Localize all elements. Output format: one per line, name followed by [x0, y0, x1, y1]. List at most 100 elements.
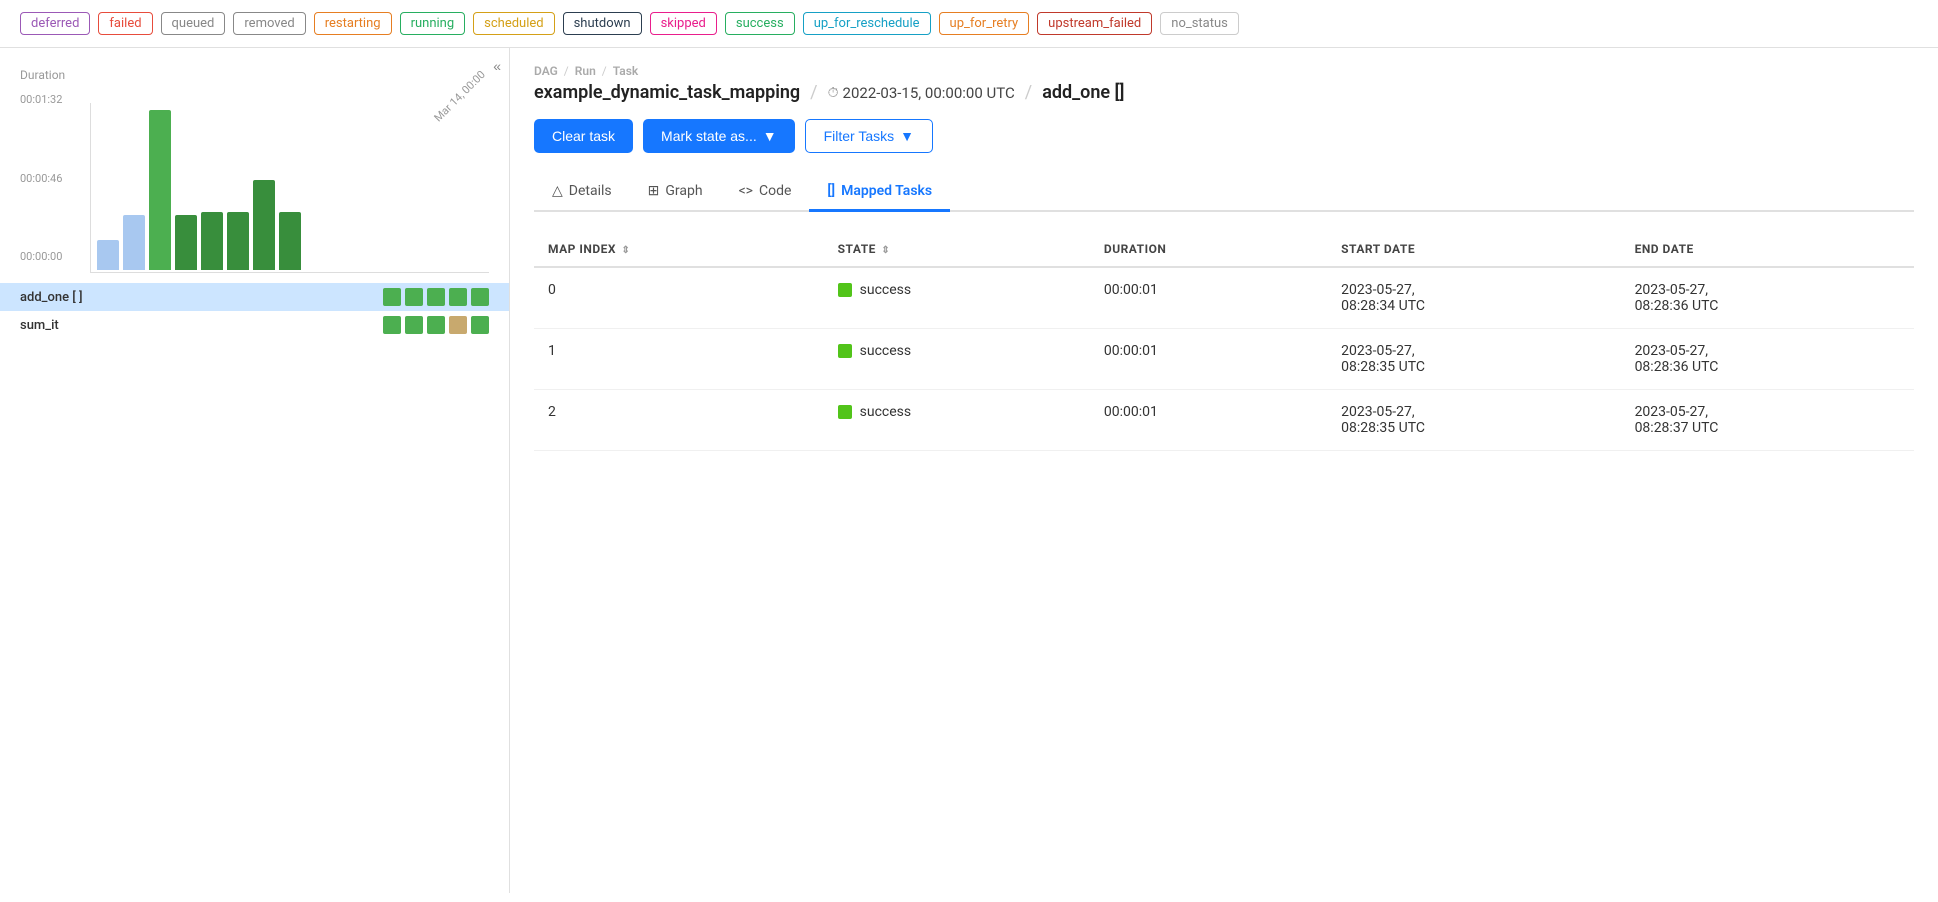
clock-icon: ⏱	[828, 85, 839, 101]
tab-mapped-tasks[interactable]: [] Mapped Tasks	[809, 173, 950, 212]
task-row-sum_it[interactable]: sum_it	[0, 311, 509, 339]
chart-area: Duration Mar 14, 00:00 00:01:32 00:00:46…	[0, 58, 509, 273]
cell-end-date-2: 2023-05-27, 08:28:37 UTC	[1621, 390, 1914, 451]
cell-end-date-1: 2023-05-27, 08:28:36 UTC	[1621, 329, 1914, 390]
task-square-4	[471, 316, 489, 334]
tabs: △ Details⊞ Graph<> Code[] Mapped Tasks	[534, 173, 1914, 212]
cell-map-index-0: 0	[534, 267, 824, 329]
task-name: add_one []	[1042, 82, 1124, 103]
task-squares	[383, 288, 489, 306]
task-row-add_one-[-][interactable]: add_one [ ]	[0, 283, 509, 311]
status-tag-queued[interactable]: queued	[161, 12, 226, 35]
cell-map-index-1: 1	[534, 329, 824, 390]
clear-task-button[interactable]: Clear task	[534, 119, 633, 153]
run-date: 2022-03-15, 00:00:00 UTC	[843, 84, 1015, 102]
table-row-2: 2 success 00:00:012023-05-27, 08:28:35 UTC…	[534, 390, 1914, 451]
status-tag-shutdown[interactable]: shutdown	[563, 12, 642, 35]
chevron-down-icon: ▼	[763, 128, 777, 144]
state-text-2: success	[860, 404, 911, 420]
state-text-0: success	[860, 282, 911, 298]
cell-duration-2: 00:00:01	[1090, 390, 1327, 451]
table-row-1: 1success00:00:012023-05-27, 08:28:35 UTC…	[534, 329, 1914, 390]
status-tag-up_for_reschedule[interactable]: up_for_reschedule	[803, 12, 931, 35]
main-layout: « Duration Mar 14, 00:00 00:01:32 00:00:…	[0, 48, 1938, 893]
cell-start-date-2: 2023-05-27, 08:28:35 UTC	[1327, 390, 1620, 451]
tab-code[interactable]: <> Code	[721, 173, 810, 212]
code-icon: <>	[739, 183, 753, 199]
page-title-row: example_dynamic_task_mapping / ⏱ 2022-03…	[534, 82, 1914, 103]
cell-state-2: success	[824, 390, 1090, 451]
state-dot-1	[838, 344, 852, 358]
status-tag-deferred[interactable]: deferred	[20, 12, 90, 35]
graph-icon: ⊞	[648, 183, 660, 199]
task-square-2	[427, 288, 445, 306]
task-square-0	[383, 288, 401, 306]
status-tag-no_status[interactable]: no_status	[1160, 12, 1239, 35]
task-square-1	[405, 316, 423, 334]
bar-1	[123, 215, 145, 270]
task-row-label: add_one [ ]	[20, 290, 383, 305]
sort-icon-state: ⇕	[881, 245, 890, 256]
bar-5	[227, 212, 249, 270]
cell-duration-0: 00:00:01	[1090, 267, 1327, 329]
cell-start-date-0: 2023-05-27, 08:28:34 UTC	[1327, 267, 1620, 329]
mapped-tasks-icon: []	[827, 183, 835, 199]
status-tag-upstream_failed[interactable]: upstream_failed	[1037, 12, 1152, 35]
status-tag-scheduled[interactable]: scheduled	[473, 12, 554, 35]
status-tag-skipped[interactable]: skipped	[650, 12, 717, 35]
y-label-mid: 00:00:46	[20, 172, 62, 185]
task-square-1	[405, 288, 423, 306]
breadcrumb-sep-2: /	[602, 64, 607, 78]
breadcrumb: DAG / Run / Task	[534, 64, 1914, 78]
mark-state-button[interactable]: Mark state as... ▼	[643, 119, 795, 153]
state-text-1: success	[860, 343, 911, 359]
th-state[interactable]: STATE ⇕	[824, 232, 1090, 267]
task-square-3	[449, 288, 467, 306]
status-tag-up_for_retry[interactable]: up_for_retry	[939, 12, 1030, 35]
left-panel: « Duration Mar 14, 00:00 00:01:32 00:00:…	[0, 48, 510, 893]
right-panel: DAG / Run / Task example_dynamic_task_ma…	[510, 48, 1938, 893]
status-tag-restarting[interactable]: restarting	[314, 12, 392, 35]
bar-7	[279, 212, 301, 270]
filter-tasks-button[interactable]: Filter Tasks ▼	[805, 119, 933, 153]
cell-map-index-2: 2	[534, 390, 824, 451]
filter-chevron-icon: ▼	[900, 128, 914, 144]
th-map-index[interactable]: MAP INDEX ⇕	[534, 232, 824, 267]
th-end-date: END DATE	[1621, 232, 1914, 267]
th-duration: DURATION	[1090, 232, 1327, 267]
bar-0	[97, 240, 119, 270]
bar-chart	[90, 103, 489, 273]
status-tag-failed[interactable]: failed	[98, 12, 152, 35]
title-sep-1: /	[810, 82, 817, 103]
bar-3	[175, 215, 197, 270]
status-tag-success[interactable]: success	[725, 12, 795, 35]
task-square-4	[471, 288, 489, 306]
bar-6	[253, 180, 275, 270]
cell-start-date-1: 2023-05-27, 08:28:35 UTC	[1327, 329, 1620, 390]
th-start-date: START DATE	[1327, 232, 1620, 267]
tab-details[interactable]: △ Details	[534, 173, 630, 212]
title-sep-2: /	[1025, 82, 1032, 103]
details-icon: △	[552, 183, 563, 199]
mapped-tasks-table: MAP INDEX ⇕ STATE ⇕ DURATION START DATE …	[534, 232, 1914, 451]
status-tags-row: deferred failed queued removed restarting run…	[0, 0, 1938, 48]
table-row-0: 0 success 00:00:012023-05-27, 08:28:34 UTC…	[534, 267, 1914, 329]
duration-label: Duration	[20, 68, 65, 82]
task-square-3	[449, 316, 467, 334]
table-header-row: MAP INDEX ⇕ STATE ⇕ DURATION START DATE …	[534, 232, 1914, 267]
sort-icon-map: ⇕	[622, 245, 631, 256]
bar-2	[149, 110, 171, 270]
dag-name: example_dynamic_task_mapping	[534, 82, 800, 103]
tab-graph[interactable]: ⊞ Graph	[630, 173, 721, 212]
status-tag-removed[interactable]: removed	[233, 12, 305, 35]
status-tag-running[interactable]: running	[400, 12, 466, 35]
task-rows: add_one [ ] sum_it	[0, 283, 509, 339]
breadcrumb-task: Task	[613, 64, 639, 78]
bar-4	[201, 212, 223, 270]
cell-end-date-0: 2023-05-27, 08:28:36 UTC	[1621, 267, 1914, 329]
action-buttons: Clear task Mark state as... ▼ Filter Tas…	[534, 119, 1914, 153]
task-squares	[383, 316, 489, 334]
run-info: ⏱ 2022-03-15, 00:00:00 UTC	[828, 84, 1015, 102]
task-row-label: sum_it	[20, 318, 383, 333]
breadcrumb-dag: DAG	[534, 64, 558, 78]
